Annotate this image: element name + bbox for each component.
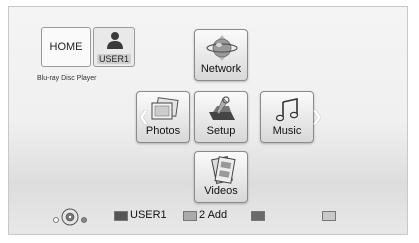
home-menu-screen: HOME USER1 Blu-ray Disc Player Network P… xyxy=(8,6,408,235)
red-key-label: USER1 xyxy=(130,209,167,221)
setup-label: Setup xyxy=(206,125,236,137)
green-key-button[interactable] xyxy=(183,211,197,221)
network-tile[interactable]: Network xyxy=(194,29,248,81)
photos-label: Photos xyxy=(145,125,181,137)
videos-tile[interactable]: Videos xyxy=(194,151,248,203)
music-label: Music xyxy=(272,125,302,137)
user-profile-label: USER1 xyxy=(97,54,131,64)
disc-drive-icon xyxy=(53,208,87,226)
color-key-bar: USER1 2 Add xyxy=(9,205,407,229)
setup-tile[interactable]: Setup xyxy=(194,91,248,143)
film-icon xyxy=(211,156,236,184)
toolbox-icon xyxy=(209,96,235,120)
green-key-label: 2 Add xyxy=(199,209,228,221)
home-title-box: HOME xyxy=(41,27,91,67)
user-profile-button[interactable]: USER1 xyxy=(93,27,135,67)
videos-label: Videos xyxy=(204,185,238,197)
network-label: Network xyxy=(200,63,242,75)
yellow-key-button[interactable] xyxy=(251,211,265,221)
user-avatar-icon xyxy=(107,32,123,49)
scroll-right-arrow-icon[interactable]: ❯ xyxy=(311,109,323,123)
home-title: HOME xyxy=(49,41,83,53)
scroll-left-arrow-icon[interactable]: ❮ xyxy=(138,109,150,123)
globe-icon xyxy=(206,35,238,61)
photos-icon xyxy=(151,97,179,120)
music-notes-icon xyxy=(275,98,299,122)
red-key-button[interactable] xyxy=(114,211,128,221)
blue-key-button[interactable] xyxy=(322,211,336,221)
device-name: Blu-ray Disc Player xyxy=(37,75,97,82)
music-tile[interactable]: Music xyxy=(260,91,314,143)
